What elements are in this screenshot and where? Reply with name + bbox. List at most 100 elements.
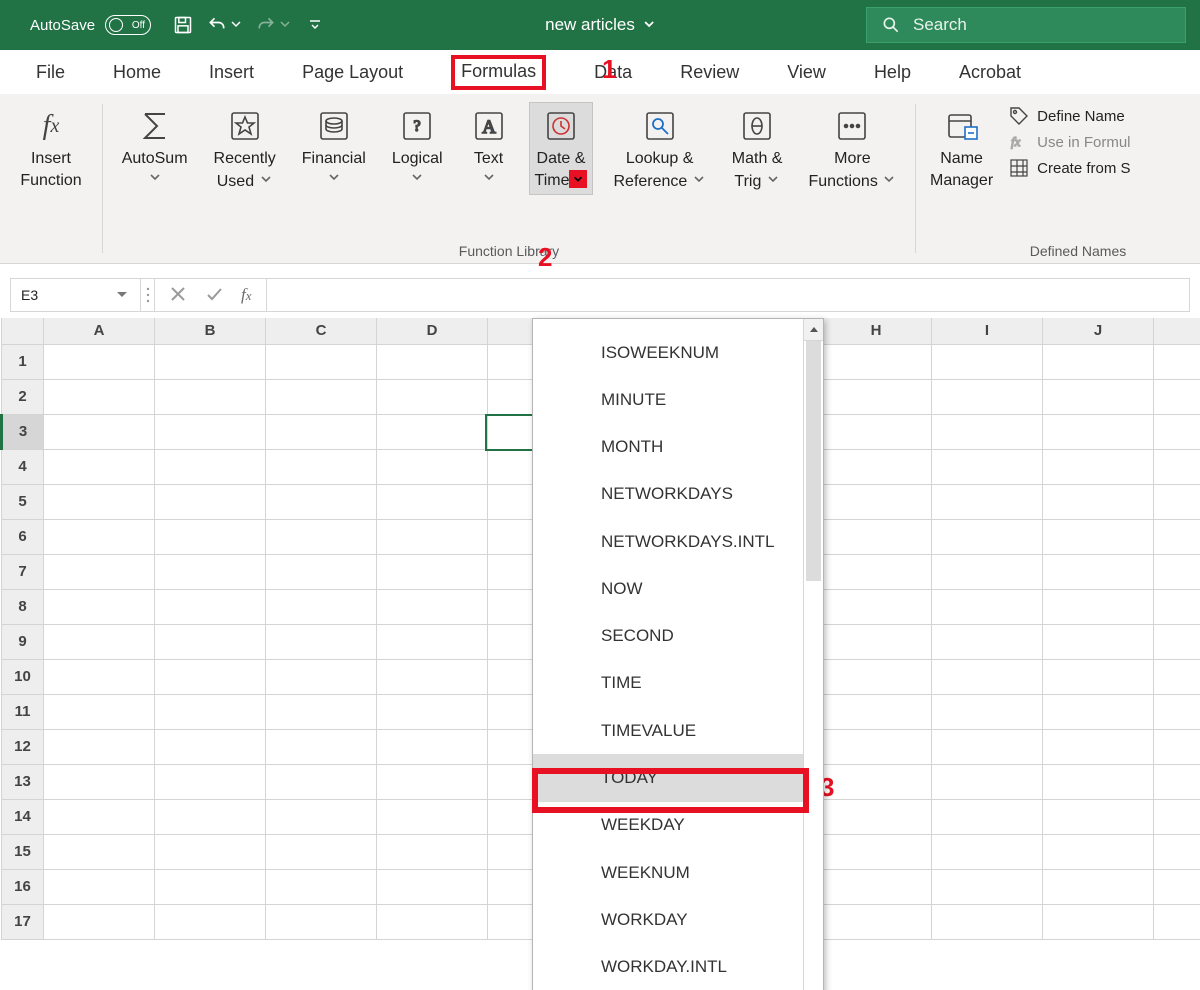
menu-item-isoweeknum[interactable]: ISOWEEKNUM xyxy=(533,329,803,376)
cell[interactable] xyxy=(932,379,1043,414)
cell[interactable] xyxy=(44,624,155,659)
cell[interactable] xyxy=(932,414,1043,449)
cell[interactable] xyxy=(266,589,377,624)
menu-item-minute[interactable]: MINUTE xyxy=(533,376,803,423)
cancel-button[interactable] xyxy=(169,285,187,306)
menu-item-today[interactable]: TODAY xyxy=(533,754,803,801)
cell[interactable] xyxy=(377,414,488,449)
formula-input[interactable] xyxy=(267,279,1189,311)
spreadsheet-grid[interactable]: ABCDEFGHIJK1234567891011121314151617 ISO… xyxy=(0,318,1200,940)
drag-handle-icon[interactable] xyxy=(141,279,155,311)
date-time-button[interactable]: Date & Time xyxy=(529,102,594,195)
cell[interactable] xyxy=(266,904,377,939)
save-button[interactable] xyxy=(173,15,193,35)
row-header[interactable]: 16 xyxy=(2,869,44,904)
cell[interactable] xyxy=(155,554,266,589)
menu-item-networkdays[interactable]: NETWORKDAYS xyxy=(533,471,803,518)
cell[interactable] xyxy=(821,799,932,834)
cell[interactable] xyxy=(266,869,377,904)
cell[interactable] xyxy=(44,764,155,799)
cell[interactable] xyxy=(1043,659,1154,694)
cell[interactable] xyxy=(1154,834,1200,869)
cell[interactable] xyxy=(377,449,488,484)
cell[interactable] xyxy=(932,624,1043,659)
cell[interactable] xyxy=(44,554,155,589)
tab-formulas[interactable]: Formulas xyxy=(451,55,546,90)
cell[interactable] xyxy=(44,449,155,484)
cell[interactable] xyxy=(377,729,488,764)
tab-file[interactable]: File xyxy=(36,62,65,83)
cell[interactable] xyxy=(266,484,377,519)
redo-button[interactable] xyxy=(256,15,291,35)
row-header[interactable]: 4 xyxy=(2,449,44,484)
column-header[interactable]: A xyxy=(44,318,155,344)
cell[interactable] xyxy=(821,624,932,659)
cell[interactable] xyxy=(1154,729,1200,764)
cell[interactable] xyxy=(155,659,266,694)
cell[interactable] xyxy=(1154,904,1200,939)
cell[interactable] xyxy=(155,764,266,799)
cell[interactable] xyxy=(821,659,932,694)
cell[interactable] xyxy=(1043,589,1154,624)
cell[interactable] xyxy=(821,379,932,414)
column-header[interactable]: C xyxy=(266,318,377,344)
cell[interactable] xyxy=(932,589,1043,624)
row-header[interactable]: 2 xyxy=(2,379,44,414)
cell[interactable] xyxy=(1154,554,1200,589)
cell[interactable] xyxy=(932,764,1043,799)
cell[interactable] xyxy=(1043,729,1154,764)
cell[interactable] xyxy=(377,624,488,659)
cell[interactable] xyxy=(44,344,155,379)
autosave-toggle[interactable]: AutoSave Off xyxy=(30,15,151,35)
tab-view[interactable]: View xyxy=(787,62,826,83)
cell[interactable] xyxy=(1154,589,1200,624)
cell[interactable] xyxy=(266,344,377,379)
cell[interactable] xyxy=(1043,484,1154,519)
row-header[interactable]: 17 xyxy=(2,904,44,939)
row-header[interactable]: 14 xyxy=(2,799,44,834)
cell[interactable] xyxy=(44,729,155,764)
create-from-selection-button[interactable]: Create from S xyxy=(1009,158,1130,178)
insert-function-button[interactable]: fx Insert Function xyxy=(14,102,87,195)
cell[interactable] xyxy=(821,449,932,484)
recently-used-button[interactable]: Recently Used xyxy=(208,102,282,196)
cell[interactable] xyxy=(821,484,932,519)
cell[interactable] xyxy=(44,379,155,414)
column-header[interactable]: J xyxy=(1043,318,1154,344)
row-header[interactable]: 10 xyxy=(2,659,44,694)
cell[interactable] xyxy=(266,379,377,414)
cell[interactable] xyxy=(44,659,155,694)
cell[interactable] xyxy=(155,519,266,554)
cell[interactable] xyxy=(377,764,488,799)
cell[interactable] xyxy=(1154,694,1200,729)
cell[interactable] xyxy=(932,834,1043,869)
column-header[interactable]: I xyxy=(932,318,1043,344)
scroll-thumb[interactable] xyxy=(806,341,821,581)
cell[interactable] xyxy=(821,694,932,729)
cell[interactable] xyxy=(266,449,377,484)
cell[interactable] xyxy=(821,589,932,624)
cell[interactable] xyxy=(44,694,155,729)
cell[interactable] xyxy=(377,554,488,589)
cell[interactable] xyxy=(155,869,266,904)
use-in-formula-button[interactable]: fx Use in Formul xyxy=(1009,132,1130,152)
cell[interactable] xyxy=(932,519,1043,554)
row-header[interactable]: 3 xyxy=(2,414,44,449)
cell[interactable] xyxy=(44,834,155,869)
cell[interactable] xyxy=(1043,834,1154,869)
cell[interactable] xyxy=(377,379,488,414)
cell[interactable] xyxy=(821,344,932,379)
column-header[interactable]: H xyxy=(821,318,932,344)
cell[interactable] xyxy=(1043,694,1154,729)
menu-scrollbar[interactable] xyxy=(803,319,823,990)
menu-item-workday-intl[interactable]: WORKDAY.INTL xyxy=(533,943,803,990)
cell[interactable] xyxy=(932,484,1043,519)
cell[interactable] xyxy=(266,834,377,869)
name-box[interactable]: E3 xyxy=(11,279,141,311)
cell[interactable] xyxy=(377,519,488,554)
row-header[interactable]: 7 xyxy=(2,554,44,589)
menu-item-time[interactable]: TIME xyxy=(533,660,803,707)
cell[interactable] xyxy=(821,834,932,869)
select-all-corner[interactable] xyxy=(2,318,44,344)
cell[interactable] xyxy=(1154,449,1200,484)
